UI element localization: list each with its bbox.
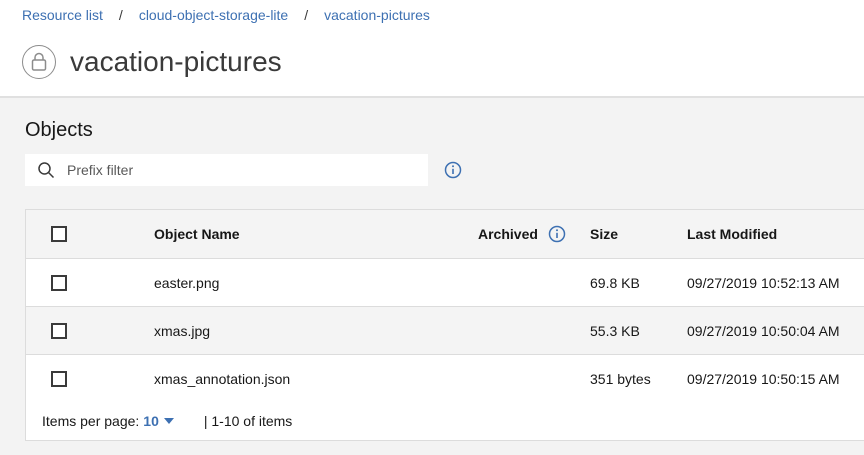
object-size: 69.8 KB <box>590 274 640 291</box>
row-checkbox[interactable] <box>51 274 67 291</box>
search-icon <box>37 161 55 179</box>
breadcrumb: Resource list / cloud-object-storage-lit… <box>22 6 430 24</box>
items-range: | 1-10 of items <box>203 413 293 429</box>
column-header-size[interactable]: Size <box>590 226 618 242</box>
row-checkbox[interactable] <box>51 370 67 387</box>
prefix-filter-search <box>25 154 428 186</box>
info-icon[interactable] <box>444 161 462 179</box>
object-name[interactable]: xmas_annotation.json <box>154 371 290 387</box>
table-header-row: Object Name Archived Size Last Modified <box>26 210 864 259</box>
objects-section-title: Objects <box>25 119 93 141</box>
breadcrumb-separator: / <box>118 7 123 23</box>
object-size: 351 bytes <box>590 370 651 387</box>
table-row[interactable]: easter.png 69.8 KB 09/27/2019 10:52:13 A… <box>26 259 864 307</box>
column-header-object-name[interactable]: Object Name <box>154 226 240 242</box>
breadcrumb-resource-list[interactable]: Resource list <box>22 7 103 23</box>
column-header-archived[interactable]: Archived <box>478 225 566 243</box>
title-row: vacation-pictures <box>22 42 282 82</box>
pagination-bar: Items per page: 10 | 1-10 of items <box>25 402 864 441</box>
breadcrumb-bucket[interactable]: vacation-pictures <box>324 7 430 23</box>
column-header-last-modified[interactable]: Last Modified <box>687 226 777 242</box>
row-checkbox[interactable] <box>51 322 67 339</box>
items-per-page-select[interactable]: 10 <box>143 413 174 429</box>
prefix-filter-input[interactable] <box>65 161 399 179</box>
object-last-modified: 09/27/2019 10:52:13 AM <box>687 274 840 291</box>
object-last-modified: 09/27/2019 10:50:04 AM <box>687 322 840 339</box>
items-per-page-value: 10 <box>143 413 159 429</box>
page-header: Resource list / cloud-object-storage-lit… <box>0 0 864 98</box>
breadcrumb-cloud-object-storage[interactable]: cloud-object-storage-lite <box>139 7 288 23</box>
object-name[interactable]: easter.png <box>154 275 219 291</box>
object-name[interactable]: xmas.jpg <box>154 323 210 339</box>
column-header-archived-label: Archived <box>478 226 538 242</box>
select-all-checkbox[interactable] <box>51 226 67 242</box>
table-row[interactable]: xmas.jpg 55.3 KB 09/27/2019 10:50:04 AM <box>26 307 864 355</box>
objects-table: Object Name Archived Size Last Modified … <box>25 209 864 403</box>
table-row[interactable]: xmas_annotation.json 351 bytes 09/27/201… <box>26 355 864 403</box>
object-size: 55.3 KB <box>590 322 640 339</box>
bucket-lock-icon <box>22 45 56 79</box>
caret-down-icon <box>163 418 174 424</box>
items-per-page-label: Items per page: <box>42 413 140 429</box>
breadcrumb-separator: / <box>304 7 309 23</box>
info-icon[interactable] <box>548 225 566 243</box>
object-last-modified: 09/27/2019 10:50:15 AM <box>687 370 840 387</box>
page-title: vacation-pictures <box>70 46 282 77</box>
